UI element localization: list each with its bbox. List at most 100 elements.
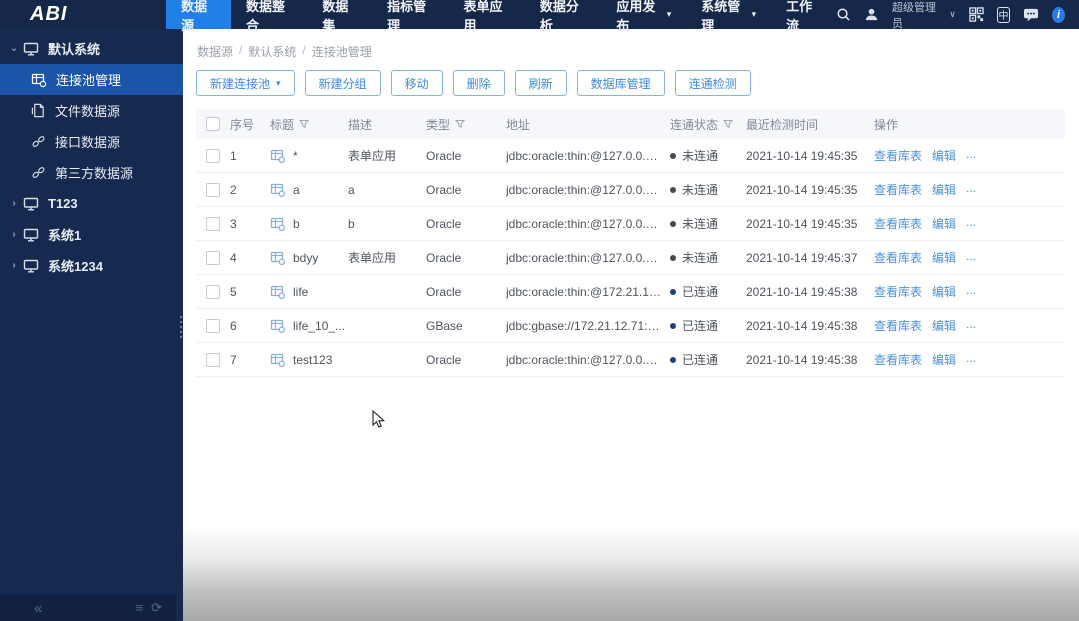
- chevron-expanded-icon[interactable]: ⌄: [9, 43, 19, 54]
- edit-link[interactable]: 编辑: [932, 147, 956, 164]
- tab-data-analysis[interactable]: 数据分析: [525, 0, 601, 33]
- chevron-collapsed-icon[interactable]: ›: [9, 260, 19, 271]
- view-tables-link[interactable]: 查看库表: [874, 181, 922, 198]
- filter-icon[interactable]: [723, 119, 734, 129]
- row-title[interactable]: *: [293, 149, 298, 163]
- tab-workflow[interactable]: 工作流: [771, 0, 836, 33]
- refresh-button[interactable]: 刷新: [514, 70, 567, 96]
- row-operations: 查看库表 编辑 ...: [874, 147, 1065, 164]
- row-checkbox[interactable]: [206, 148, 220, 163]
- row-address: jdbc:oracle:thin:@127.0.0.1:1...: [506, 250, 670, 265]
- row-type: Oracle: [426, 250, 462, 265]
- tab-system-management[interactable]: 系统管理 ▾: [686, 0, 771, 33]
- filter-icon[interactable]: [299, 119, 310, 129]
- more-actions-link[interactable]: ...: [966, 351, 976, 368]
- tab-metric-management[interactable]: 指标管理: [372, 0, 448, 33]
- row-title[interactable]: test123: [293, 353, 332, 367]
- row-type: Oracle: [426, 284, 462, 299]
- language-switch-icon[interactable]: 中: [996, 6, 1011, 23]
- delete-button[interactable]: 删除: [452, 70, 505, 96]
- database-management-button[interactable]: 数据库管理: [576, 70, 665, 96]
- more-actions-link[interactable]: ...: [966, 181, 976, 198]
- edit-link[interactable]: 编辑: [932, 249, 956, 266]
- status-dot: [670, 288, 676, 295]
- row-title[interactable]: life: [293, 285, 308, 299]
- datasource-table-icon: [270, 353, 286, 367]
- breadcrumb-item-default-system[interactable]: 默认系统: [248, 43, 296, 60]
- more-actions-link[interactable]: ...: [966, 215, 976, 232]
- sidebar-group-system1234[interactable]: › 系统1234: [0, 250, 183, 281]
- chevron-collapsed-icon[interactable]: ›: [9, 229, 19, 240]
- sidebar-resize-handle[interactable]: [176, 29, 183, 621]
- view-tables-link[interactable]: 查看库表: [874, 351, 922, 368]
- more-actions-link[interactable]: ...: [966, 283, 976, 300]
- view-tables-link[interactable]: 查看库表: [874, 317, 922, 334]
- more-actions-link[interactable]: ...: [966, 147, 976, 164]
- column-header-status[interactable]: 连通状态: [670, 116, 746, 133]
- tab-app-publish[interactable]: 应用发布 ▾: [601, 0, 686, 33]
- filter-icon[interactable]: [455, 119, 466, 129]
- column-header-no[interactable]: 序号: [230, 116, 270, 133]
- user-menu-chevron-icon[interactable]: ∨: [949, 9, 956, 20]
- chevron-collapsed-icon[interactable]: ›: [9, 198, 19, 209]
- breadcrumb-item-datasource[interactable]: 数据源: [197, 43, 233, 60]
- user-avatar-icon[interactable]: [864, 7, 879, 22]
- search-icon[interactable]: [836, 7, 851, 22]
- table-row: 2 a a Oracle jdbc:oracle:thin:@127.0.0.1…: [196, 173, 1065, 207]
- edit-link[interactable]: 编辑: [932, 317, 956, 334]
- row-checkbox[interactable]: [206, 318, 220, 333]
- row-checkbox[interactable]: [206, 352, 220, 367]
- sidebar-item-file-datasource[interactable]: 文件数据源: [0, 95, 183, 126]
- sidebar-group-system1[interactable]: › 系统1: [0, 219, 183, 250]
- tab-form-application[interactable]: 表单应用: [449, 0, 525, 33]
- view-tables-link[interactable]: 查看库表: [874, 283, 922, 300]
- row-operations: 查看库表 编辑 ...: [874, 215, 1065, 232]
- sidebar-group-t123[interactable]: › T123: [0, 188, 183, 219]
- tab-data-integration[interactable]: 数据整合: [231, 0, 307, 33]
- column-header-operations[interactable]: 操作: [874, 116, 1065, 133]
- sidebar-item-connection-pool[interactable]: 连接池管理: [0, 64, 183, 95]
- sidebar-item-api-datasource[interactable]: 接口数据源: [0, 126, 183, 157]
- sidebar-item-thirdparty-datasource[interactable]: 第三方数据源: [0, 157, 183, 188]
- breadcrumb-item-connection-pool[interactable]: 连接池管理: [312, 43, 372, 60]
- qr-code-icon[interactable]: [969, 7, 984, 22]
- edit-link[interactable]: 编辑: [932, 283, 956, 300]
- row-checkbox[interactable]: [206, 182, 220, 197]
- more-actions-link[interactable]: ...: [966, 317, 976, 334]
- row-address: jdbc:oracle:thin:@127.0.0.1:1...: [506, 148, 670, 163]
- select-all-checkbox[interactable]: [206, 117, 220, 131]
- more-actions-link[interactable]: ...: [966, 249, 976, 266]
- sidebar-group-default-system[interactable]: ⌄ 默认系统: [0, 33, 183, 64]
- row-no: 2: [230, 182, 237, 197]
- menu-icon[interactable]: ≡: [136, 600, 144, 616]
- column-header-last-check-time[interactable]: 最近检测时间: [746, 116, 874, 133]
- refresh-icon[interactable]: ⟳: [151, 600, 162, 616]
- edit-link[interactable]: 编辑: [932, 181, 956, 198]
- row-title[interactable]: b: [293, 217, 300, 231]
- tab-datasource[interactable]: 数据源: [166, 0, 231, 33]
- message-icon[interactable]: [1023, 7, 1039, 22]
- view-tables-link[interactable]: 查看库表: [874, 249, 922, 266]
- edit-link[interactable]: 编辑: [932, 215, 956, 232]
- view-tables-link[interactable]: 查看库表: [874, 147, 922, 164]
- collapse-sidebar-icon[interactable]: «: [34, 600, 42, 617]
- column-header-type[interactable]: 类型: [426, 116, 506, 133]
- tab-dataset[interactable]: 数据集: [307, 0, 372, 33]
- connectivity-check-button[interactable]: 连通检测: [674, 70, 751, 96]
- current-user-name[interactable]: 超级管理员: [892, 0, 936, 31]
- row-checkbox[interactable]: [206, 216, 220, 231]
- column-header-title[interactable]: 标题: [270, 116, 348, 133]
- move-button[interactable]: 移动: [390, 70, 443, 96]
- row-checkbox[interactable]: [206, 250, 220, 265]
- new-connection-pool-button[interactable]: 新建连接池 ▾: [196, 70, 295, 96]
- info-icon[interactable]: i: [1052, 6, 1066, 23]
- row-checkbox[interactable]: [206, 284, 220, 299]
- row-title[interactable]: bdyy: [293, 251, 318, 265]
- new-group-button[interactable]: 新建分组: [304, 70, 381, 96]
- edit-link[interactable]: 编辑: [932, 351, 956, 368]
- row-title[interactable]: a: [293, 183, 300, 197]
- row-title[interactable]: life_10_...: [293, 319, 345, 333]
- column-header-address[interactable]: 地址: [506, 116, 670, 133]
- view-tables-link[interactable]: 查看库表: [874, 215, 922, 232]
- column-header-description[interactable]: 描述: [348, 116, 426, 133]
